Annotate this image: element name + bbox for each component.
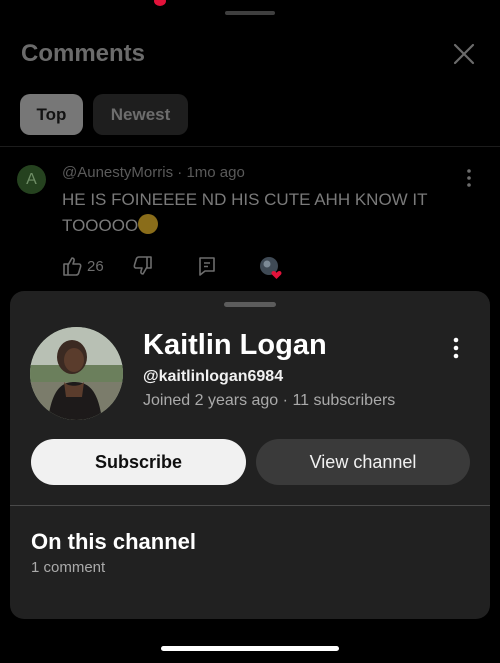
comment-text: HE IS FOINEEEE ND HIS CUTE AHH KNOW IT T… <box>62 187 457 239</box>
thumbs-down-icon[interactable] <box>132 255 154 282</box>
filter-newest-chip[interactable]: Newest <box>93 94 188 135</box>
stats-separator: · <box>282 392 288 409</box>
more-vertical-icon[interactable] <box>446 335 466 361</box>
comment-author-avatar[interactable]: A <box>17 165 46 194</box>
more-vertical-icon[interactable] <box>459 167 479 189</box>
subscriber-count: 11 subscribers <box>292 392 396 409</box>
comment-author[interactable]: @AunestyMorris <box>62 164 173 181</box>
thumbs-up-icon[interactable] <box>61 255 83 282</box>
comment-meta: @AunestyMorris · 1mo ago <box>62 164 245 181</box>
comment-body: HE IS FOINEEEE ND HIS CUTE AHH KNOW IT T… <box>62 190 428 235</box>
reply-icon[interactable] <box>196 255 218 282</box>
notification-dot <box>154 0 166 6</box>
subscribe-button[interactable]: Subscribe <box>31 439 246 485</box>
comments-drag-handle[interactable] <box>225 11 275 15</box>
channel-name: Kaitlin Logan <box>143 329 327 361</box>
sheet-drag-handle[interactable] <box>224 302 276 307</box>
comments-title: Comments <box>21 40 146 67</box>
section-comment-count[interactable]: 1 comment <box>31 559 105 576</box>
joined-date: Joined 2 years ago <box>143 392 279 409</box>
channel-avatar[interactable] <box>30 327 123 420</box>
channel-handle: @kaitlinlogan6984 <box>143 368 284 385</box>
channel-stats: Joined 2 years ago · 11 subscribers <box>143 392 395 410</box>
view-channel-button[interactable]: View channel <box>256 439 470 485</box>
divider <box>0 146 500 147</box>
like-count: 26 <box>87 258 104 275</box>
divider <box>10 505 490 506</box>
creator-heart-icon <box>258 255 284 281</box>
filter-top-chip[interactable]: Top <box>20 94 83 135</box>
section-title: On this channel <box>31 529 197 554</box>
home-indicator[interactable] <box>161 646 339 651</box>
channel-sheet: Kaitlin Logan @kaitlinlogan6984 Joined 2… <box>10 291 490 619</box>
close-icon[interactable] <box>449 39 479 69</box>
weary-face-emoji-icon <box>138 214 159 234</box>
meta-separator: · <box>177 164 183 181</box>
comment-time: 1mo ago <box>186 164 245 181</box>
